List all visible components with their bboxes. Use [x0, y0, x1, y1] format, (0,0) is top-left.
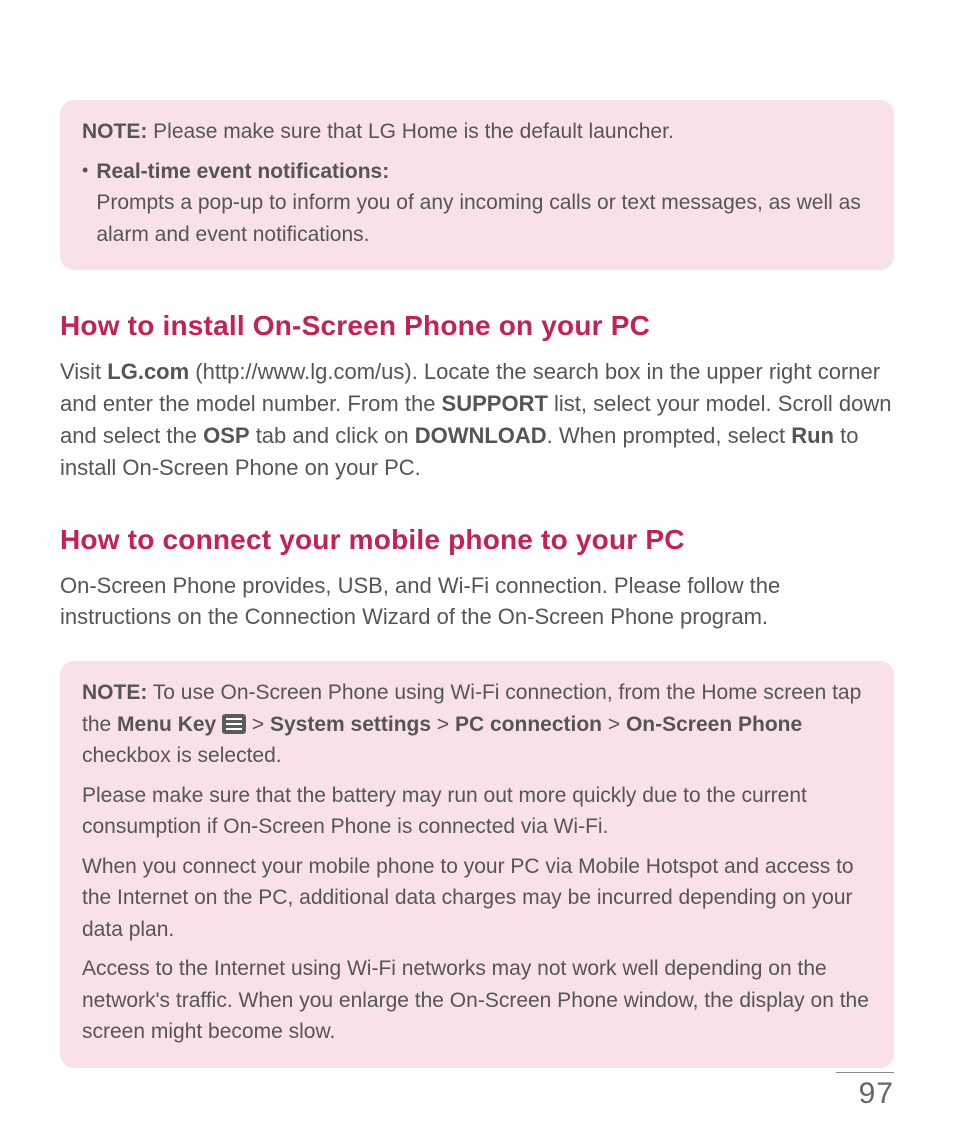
- osp-text: OSP: [203, 423, 249, 448]
- manual-page: NOTE: Please make sure that LG Home is t…: [0, 0, 954, 1145]
- note2-line1: NOTE: To use On-Screen Phone using Wi-Fi…: [82, 677, 872, 772]
- note-bullet-row: • Real-time event notifications: Prompts…: [82, 156, 872, 251]
- note-intro-text: Please make sure that LG Home is the def…: [147, 120, 673, 143]
- text: . When prompted, select: [547, 423, 792, 448]
- text: Visit: [60, 359, 107, 384]
- breadcrumb-sep: >: [431, 713, 455, 736]
- note2-p3: When you connect your mobile phone to yo…: [82, 851, 872, 946]
- breadcrumb-sep: >: [246, 713, 270, 736]
- page-number: 97: [836, 1077, 894, 1111]
- on-screen-phone-text: On-Screen Phone: [626, 713, 802, 736]
- note-label: NOTE:: [82, 681, 147, 704]
- menu-key-icon: [222, 714, 246, 734]
- bullet-dot-icon: •: [82, 156, 96, 251]
- lg-com-text: LG.com: [107, 359, 189, 384]
- text: checkbox is selected.: [82, 744, 282, 767]
- download-text: DOWNLOAD: [415, 423, 547, 448]
- bullet-body: Real-time event notifications: Prompts a…: [96, 156, 872, 251]
- support-text: SUPPORT: [442, 391, 548, 416]
- page-number-block: 97: [836, 1072, 894, 1111]
- menu-key-text: Menu Key: [117, 713, 216, 736]
- bullet-text: Prompts a pop-up to inform you of any in…: [96, 187, 872, 250]
- text: tab and click on: [250, 423, 415, 448]
- page-number-rule: [836, 1072, 894, 1073]
- bullet-title: Real-time event notifications:: [96, 156, 872, 188]
- run-text: Run: [791, 423, 834, 448]
- breadcrumb-sep: >: [602, 713, 626, 736]
- pc-connection-text: PC connection: [455, 713, 602, 736]
- note2-p2: Please make sure that the battery may ru…: [82, 780, 872, 843]
- heading-install: How to install On-Screen Phone on your P…: [60, 310, 894, 342]
- note-label: NOTE:: [82, 120, 147, 143]
- note-line: NOTE: Please make sure that LG Home is t…: [82, 116, 872, 148]
- note-box-1: NOTE: Please make sure that LG Home is t…: [60, 100, 894, 270]
- note-box-2: NOTE: To use On-Screen Phone using Wi-Fi…: [60, 661, 894, 1068]
- paragraph-connect: On-Screen Phone provides, USB, and Wi-Fi…: [60, 570, 894, 634]
- paragraph-install: Visit LG.com (http://www.lg.com/us). Loc…: [60, 356, 894, 484]
- heading-connect: How to connect your mobile phone to your…: [60, 524, 894, 556]
- system-settings-text: System settings: [270, 713, 431, 736]
- note2-p4: Access to the Internet using Wi-Fi netwo…: [82, 953, 872, 1048]
